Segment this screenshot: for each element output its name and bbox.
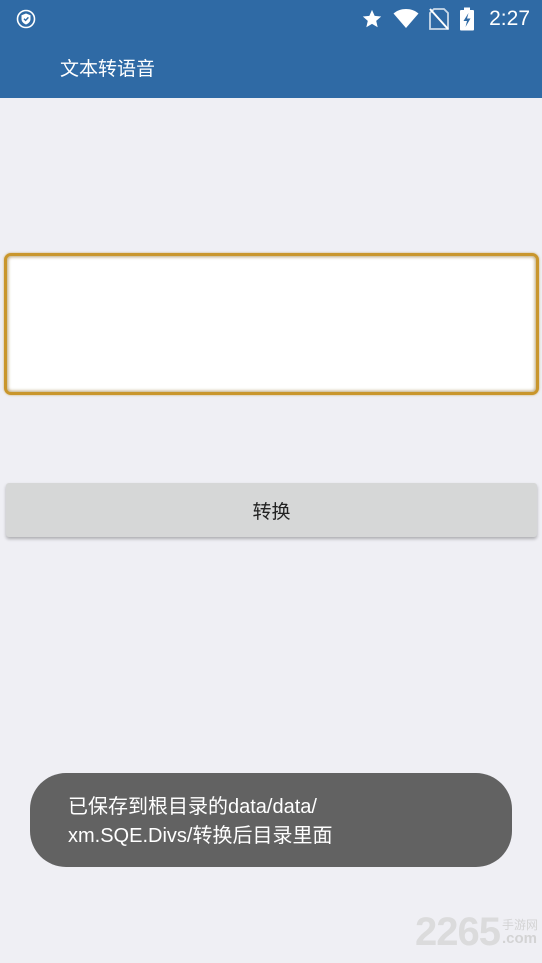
text-input[interactable] — [4, 253, 539, 395]
wifi-icon — [393, 9, 419, 28]
convert-button[interactable]: 转换 — [6, 483, 537, 537]
watermark-cn: 手游网 — [501, 917, 538, 932]
toast-message: 已保存到根目录的data/data/ xm.SQE.Divs/转换后目录里面 — [30, 773, 512, 867]
shield-icon — [16, 9, 36, 29]
star-icon — [362, 9, 382, 28]
status-time: 2:27 — [489, 7, 530, 30]
no-sim-icon — [429, 8, 450, 30]
watermark-number: 2265 — [415, 909, 501, 954]
watermark-domain: .com — [501, 929, 537, 947]
status-bar: 2:27 — [0, 0, 542, 38]
app-title: 文本转语音 — [60, 58, 156, 80]
toast-line-1: 已保存到根目录的data/data/ — [68, 796, 317, 818]
battery-charging-icon — [460, 7, 475, 31]
app-bar: 文本转语音 — [0, 38, 542, 98]
watermark-logo: 2265 手游网 .com — [415, 909, 538, 954]
toast-line-2: xm.SQE.Divs/转换后目录里面 — [68, 825, 333, 847]
